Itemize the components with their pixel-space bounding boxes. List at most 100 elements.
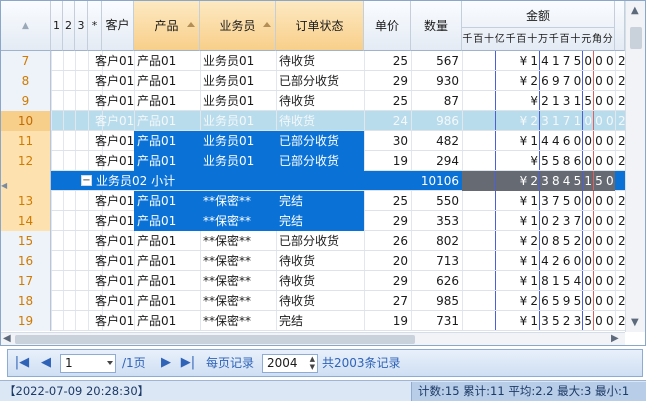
outline-level-all-button[interactable]: * — [88, 1, 102, 51]
table-row[interactable]: 17 客户01 产品01 **保密** 待收货 29 626 2 ¥1 8 1 5 4 0 0 0 — [1, 271, 625, 291]
table-row[interactable]: 13 客户01 产品01 **保密** 完结 25 550 2 ¥1 3 7 5 0 0 0 0 — [1, 191, 625, 211]
column-header-amount[interactable]: 金额 千百十亿千百十万千百十元角分 — [462, 1, 615, 51]
cell-qty[interactable]: 567 — [411, 51, 462, 71]
table-row[interactable]: 19 客户01 产品01 **保密** 完结 19 731 2 ¥1 3 5 2 3 5 0 0 — [1, 311, 625, 331]
scroll-up-icon[interactable]: ▲ — [631, 5, 639, 16]
cell-customer[interactable]: 客户01 — [92, 91, 134, 111]
cell-product[interactable]: 产品01 — [134, 251, 200, 271]
cell-customer[interactable]: 客户01 — [92, 71, 134, 91]
cell-price[interactable]: 29 — [364, 271, 411, 291]
subtotal-row[interactable]: − 业务员02 小计 10106 ¥2 3 8 4 5 1 5 0 — [1, 171, 625, 191]
page-number-select[interactable]: 1 — [60, 354, 116, 373]
scroll-down-icon[interactable]: ▼ — [631, 317, 639, 328]
row-number[interactable]: 18 — [1, 291, 51, 311]
cell-product[interactable]: 产品01 — [134, 71, 200, 91]
row-number[interactable]: 8 — [1, 71, 51, 91]
table-row[interactable]: 7 客户01 产品01 业务员01 待收货 25 567 2 ¥1 4 1 7 5 0 0 0 — [1, 51, 625, 71]
table-row[interactable]: 11 客户01 产品01 业务员01 已部分收货 30 482 2 ¥1 4 4 6 0 0 0 0 — [1, 131, 625, 151]
cell-customer[interactable]: 客户01 — [92, 311, 134, 331]
cell-extra[interactable]: 2 — [615, 151, 625, 171]
row-number[interactable]: 11 — [1, 131, 51, 151]
table-row[interactable]: 15 客户01 产品01 **保密** 已部分收货 26 802 2 ¥2 0 8 5 2 0 0 0 — [1, 231, 625, 251]
table-row[interactable]: 10 客户01 产品01 业务员01 待收货 24 986 2 ¥2 3 1 7 1 0 0 0 — [1, 111, 625, 131]
table-row[interactable]: 9 客户01 产品01 业务员01 待收货 25 87 2 ¥2 1 3 1 5 0 0 — [1, 91, 625, 111]
cell-customer[interactable]: 客户01 — [92, 251, 134, 271]
cell-qty[interactable]: 802 — [411, 231, 462, 251]
cell-salesman[interactable]: 业务员01 — [200, 51, 276, 71]
cell-status[interactable]: 完结 — [276, 311, 364, 331]
cell-qty[interactable]: 353 — [411, 211, 462, 231]
cell-extra[interactable]: 2 — [615, 291, 625, 311]
cell-salesman[interactable]: 业务员01 — [200, 151, 276, 171]
cell-customer[interactable]: 客户01 — [92, 291, 134, 311]
cell-customer[interactable]: 客户01 — [92, 131, 134, 151]
cell-status[interactable]: 待收货 — [276, 111, 364, 131]
cell-product[interactable]: 产品01 — [134, 271, 200, 291]
previous-page-icon[interactable]: ◀ — [36, 353, 56, 373]
cell-status[interactable]: 已部分收货 — [276, 131, 364, 151]
table-row[interactable]: 16 客户01 产品01 **保密** 待收货 20 713 2 ¥1 4 2 6 0 0 0 0 — [1, 251, 625, 271]
cell-status[interactable]: 完结 — [276, 211, 364, 231]
cell-price[interactable]: 20 — [364, 251, 411, 271]
data-grid[interactable]: ▲ 1 2 3 * 客户 产品 业务员 订单状态 单价 数量 金额 千百十亿千百… — [0, 0, 646, 346]
first-page-icon[interactable]: |◀ — [12, 353, 32, 373]
cell-price[interactable]: 30 — [364, 131, 411, 151]
cell-qty[interactable]: 930 — [411, 71, 462, 91]
cell-product[interactable]: 产品01 — [134, 291, 200, 311]
column-header-customer[interactable]: 客户 — [102, 1, 134, 51]
cell-extra[interactable]: 2 — [615, 131, 625, 151]
row-number[interactable] — [1, 171, 51, 191]
cell-product[interactable]: 产品01 — [134, 151, 200, 171]
cell-price[interactable]: 26 — [364, 231, 411, 251]
cell-product[interactable]: 产品01 — [134, 51, 200, 71]
scroll-left-icon[interactable]: ◀ — [3, 333, 11, 344]
vertical-scroll-thumb[interactable] — [630, 27, 642, 49]
cell-qty[interactable]: 986 — [411, 111, 462, 131]
cell-product[interactable]: 产品01 — [134, 311, 200, 331]
select-all-corner[interactable]: ▲ — [1, 1, 51, 51]
cell-qty[interactable]: 482 — [411, 131, 462, 151]
cell-salesman[interactable]: **保密** — [200, 251, 276, 271]
cell-status[interactable]: 已部分收货 — [276, 71, 364, 91]
outline-level-3-button[interactable]: 3 — [75, 1, 88, 51]
cell-product[interactable]: 产品01 — [134, 211, 200, 231]
cell-price[interactable]: 19 — [364, 151, 411, 171]
cell-qty[interactable]: 731 — [411, 311, 462, 331]
cell-price[interactable]: 25 — [364, 51, 411, 71]
column-header-extra[interactable] — [615, 1, 625, 51]
cell-qty[interactable]: 626 — [411, 271, 462, 291]
cell-salesman[interactable]: **保密** — [200, 231, 276, 251]
cell-customer[interactable]: 客户01 — [92, 271, 134, 291]
per-page-stepper[interactable]: 2004 ▲ ▼ — [262, 354, 318, 373]
cell-price[interactable]: 29 — [364, 211, 411, 231]
cell-customer[interactable]: 客户01 — [92, 191, 134, 211]
outline-level-1-button[interactable]: 1 — [51, 1, 63, 51]
cell-salesman[interactable]: **保密** — [200, 211, 276, 231]
cell-product[interactable]: 产品01 — [134, 231, 200, 251]
cell-extra[interactable]: 2 — [615, 311, 625, 331]
cell-extra[interactable]: 2 — [615, 91, 625, 111]
row-number[interactable]: 9 — [1, 91, 51, 111]
cell-qty[interactable]: 985 — [411, 291, 462, 311]
table-row[interactable]: 18 客户01 产品01 **保密** 待收货 27 985 2 ¥2 6 5 9 5 0 0 0 — [1, 291, 625, 311]
cell-salesman[interactable]: **保密** — [200, 311, 276, 331]
column-header-product[interactable]: 产品 — [134, 1, 200, 51]
cell-product[interactable]: 产品01 — [134, 111, 200, 131]
cell-customer[interactable]: 客户01 — [92, 211, 134, 231]
row-number[interactable]: 19 — [1, 311, 51, 331]
cell-extra[interactable]: 2 — [615, 211, 625, 231]
horizontal-scroll-thumb[interactable] — [15, 335, 415, 344]
collapse-group-icon[interactable]: − — [81, 175, 92, 186]
cell-status[interactable]: 待收货 — [276, 51, 364, 71]
cell-price[interactable]: 29 — [364, 71, 411, 91]
cell-extra[interactable]: 2 — [615, 191, 625, 211]
cell-qty[interactable]: 713 — [411, 251, 462, 271]
row-number[interactable]: 12 — [1, 151, 51, 171]
cell-customer[interactable]: 客户01 — [92, 111, 134, 131]
cell-status[interactable]: 已部分收货 — [276, 151, 364, 171]
cell-salesman[interactable]: 业务员01 — [200, 91, 276, 111]
column-header-qty[interactable]: 数量 — [411, 1, 462, 51]
cell-status[interactable]: 已部分收货 — [276, 231, 364, 251]
cell-status[interactable]: 待收货 — [276, 271, 364, 291]
cell-product[interactable]: 产品01 — [134, 131, 200, 151]
